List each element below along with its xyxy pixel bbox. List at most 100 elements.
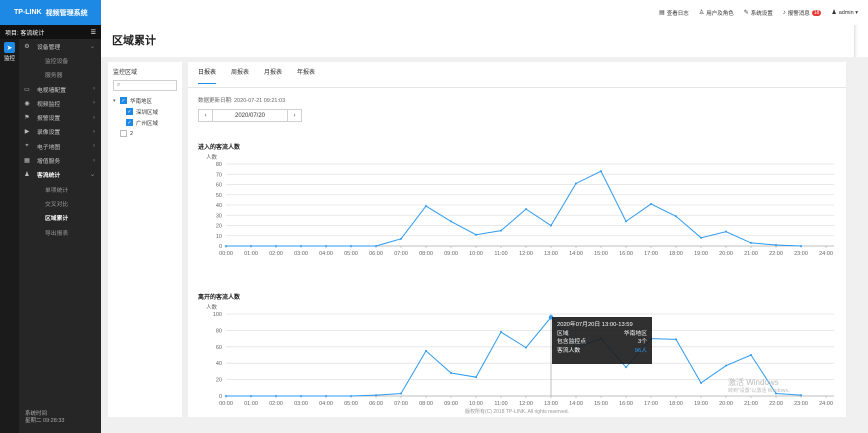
topbar-item[interactable]: ♟ admin ▾: [831, 9, 858, 17]
tree-search-input[interactable]: ⌕: [113, 80, 177, 91]
tree-node-label: 广州区域: [136, 120, 159, 127]
send-icon: ➤: [4, 42, 15, 53]
rail-item-monitor[interactable]: ➤ 监控: [0, 39, 19, 65]
tooltip-value: 96人: [634, 347, 647, 354]
topbar-item-label: admin ▾: [838, 9, 858, 16]
tree-node[interactable]: 2: [113, 128, 177, 139]
x-tick-label: 23:00: [794, 401, 808, 407]
tab-report[interactable]: 月报表: [264, 67, 282, 84]
data-point: [550, 224, 552, 227]
y-tick-label: 80: [216, 162, 222, 168]
wrench-icon: ✎: [743, 10, 749, 16]
data-point: [325, 395, 327, 397]
sidebar-nav: ⚙ 设备管理 ⌄ 监控设备 服务器 ▭ 电视墙配置 › ◉ 视频监控 › ⚑ 报警设置 › ▶ 录像设置 › ⌖ 电…: [19, 39, 101, 433]
tree-node[interactable]: ✓ 深圳区域: [113, 106, 177, 117]
date-value[interactable]: 2020/07/20: [213, 113, 287, 119]
chevron-right-icon: ›: [93, 128, 95, 135]
tree-checkbox[interactable]: ✓: [126, 119, 133, 126]
topbar-item[interactable]: ♪ 报警消息 18: [783, 9, 822, 17]
tooltip-key: 包含监控点: [557, 339, 586, 345]
tree-node[interactable]: ✓ 广州区域: [113, 117, 177, 128]
tree-checkbox[interactable]: [120, 130, 127, 137]
footer-copyright: 版权所有(C) 2018 TP-LINK. All rights reserve…: [465, 409, 569, 415]
data-point: [225, 245, 227, 247]
sidebar-item[interactable]: ▭ 电视墙配置 ›: [19, 82, 101, 96]
sidebar-item[interactable]: 服务器: [19, 68, 101, 82]
x-tick-label: 03:00: [294, 251, 308, 257]
x-tick-label: 20:00: [719, 401, 733, 407]
data-point: [250, 395, 252, 397]
x-tick-label: 10:00: [469, 401, 483, 407]
x-tick-label: 23:00: [794, 251, 808, 257]
sidebar-item-label: 监控设备: [45, 58, 69, 65]
x-tick-label: 12:00: [519, 401, 533, 407]
chevron-right-icon: ›: [93, 114, 95, 121]
data-point: [625, 220, 627, 223]
sidebar-item[interactable]: 单项统计: [19, 182, 101, 196]
topbar-item[interactable]: ♙ 用户及角色: [699, 9, 734, 17]
x-tick-label: 19:00: [694, 251, 708, 257]
sidebar-item-label: 服务器: [45, 73, 63, 80]
sidebar-item[interactable]: 监控设备: [19, 53, 101, 67]
sidebar-item[interactable]: ♟ 客流统计 ⌄: [19, 168, 101, 182]
sidebar-item[interactable]: ⚑ 报警设置 ›: [19, 110, 101, 124]
x-tick-label: 02:00: [269, 251, 283, 257]
chevron-right-icon: ›: [93, 86, 95, 93]
tree-checkbox[interactable]: ✓: [126, 108, 133, 115]
x-tick-label: 18:00: [669, 251, 683, 257]
topbar-item[interactable]: ▤ 查看日志: [659, 9, 689, 17]
brand-title: 视频管理系统: [45, 9, 88, 17]
sidebar-item-label: 设备管理: [37, 44, 61, 51]
data-point: [350, 245, 352, 247]
hamburger-icon[interactable]: ☰: [91, 29, 96, 36]
chart-entering: 人数 0 10 20 30 40 50 60 70 80 00:00 01:00 02:00 03:00 0…: [206, 153, 834, 257]
sidebar-item[interactable]: 交叉对比: [19, 196, 101, 210]
sidebar-item[interactable]: ⚙ 设备管理 ⌄: [19, 39, 101, 53]
date-picker[interactable]: ‹ 2020/07/20 ›: [198, 109, 302, 122]
project-bar: 项目: 客流统计 ☰: [0, 25, 101, 39]
sidebar-item[interactable]: ▶ 录像设置 ›: [19, 125, 101, 139]
brand-logo: TP-LINK: [14, 9, 42, 16]
x-tick-label: 24:00: [819, 401, 833, 407]
y-tick-label: 60: [216, 183, 222, 189]
sidebar-item-label: 报警设置: [37, 116, 61, 123]
tree-node[interactable]: ▾ ✓ 华南地区: [113, 95, 177, 106]
tab-report[interactable]: 年报表: [297, 67, 315, 84]
next-date-button[interactable]: ›: [287, 110, 301, 121]
bell-icon: ♪: [782, 9, 786, 16]
tab-report[interactable]: 日报表: [198, 67, 217, 84]
x-tick-label: 21:00: [744, 251, 758, 257]
y-tick-label: 0: [219, 394, 222, 400]
y-tick-label: 100: [213, 312, 222, 318]
tabs-divider: [188, 87, 846, 88]
x-tick-label: 07:00: [394, 401, 408, 407]
x-tick-label: 04:00: [319, 251, 333, 257]
sidebar-item[interactable]: 区域累计: [19, 211, 101, 225]
user-icon: ♟: [831, 10, 837, 16]
prev-date-button[interactable]: ‹: [199, 110, 213, 121]
data-point: [300, 245, 302, 247]
sidebar-item[interactable]: ◉ 视频监控 ›: [19, 96, 101, 110]
sidebar-item[interactable]: ⌖ 电子地图 ›: [19, 139, 101, 153]
device-icon: ⚙: [24, 43, 30, 50]
x-tick-label: 07:00: [394, 251, 408, 257]
y-axis-label: 人数: [206, 153, 218, 161]
topbar-item[interactable]: ✎ 系统设置: [744, 9, 773, 17]
sidebar-item-label: 增值服务: [37, 159, 61, 166]
x-tick-label: 14:00: [569, 401, 583, 407]
data-point: [750, 241, 752, 244]
x-tick-label: 03:00: [294, 401, 308, 407]
x-tick-label: 18:00: [669, 401, 683, 407]
tab-report[interactable]: 周报表: [231, 67, 249, 84]
data-point: [425, 349, 427, 352]
record-icon: ▶: [24, 129, 30, 136]
brand-bar: TP-LINK 视频管理系统: [0, 0, 101, 25]
sidebar-item[interactable]: ▦ 增值服务 ›: [19, 153, 101, 167]
data-point: [300, 395, 302, 397]
chevron-right-icon: ›: [93, 100, 95, 107]
data-point: [725, 364, 727, 367]
tree-checkbox[interactable]: ✓: [120, 97, 127, 104]
sidebar-item[interactable]: 导出报表: [19, 225, 101, 239]
caret-down-icon: ▾: [113, 97, 116, 104]
data-point: [500, 229, 502, 232]
